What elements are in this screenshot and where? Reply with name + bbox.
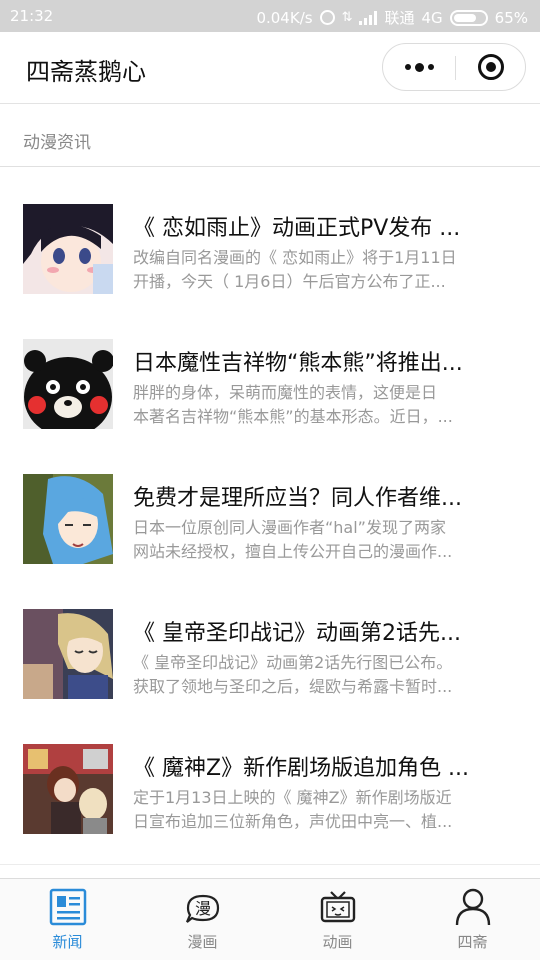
close-button[interactable]	[456, 44, 526, 90]
news-item[interactable]: 《 恋如雨止》动画正式PV发布 ... 改编自同名漫画的《 恋如雨止》将于1月1…	[0, 168, 540, 303]
news-summary-line: 《 皇帝圣印战记》动画第2话先行图已公布。	[133, 653, 453, 672]
tv-icon	[318, 887, 358, 927]
news-summary-line: 定于1月13日上映的《 魔神Z》新作剧场版近	[133, 788, 452, 807]
news-summary: 胖胖的身体，呆萌而魔性的表情，这便是日 本著名吉祥物“熊本熊”的基本形态。近日，…	[133, 381, 518, 429]
status-indicators: 0.04K/s ⇅ 联通 4G 65%	[256, 7, 528, 28]
news-thumbnail	[23, 339, 113, 429]
news-summary-line: 本著名吉祥物“熊本熊”的基本形态。近日，...	[133, 407, 453, 426]
city-characters-thumbnail	[23, 744, 113, 834]
news-summary-line: 网站未经授权，擅自上传公开自己的漫画作...	[133, 542, 453, 561]
news-item[interactable]: 日本魔性吉祥物“熊本熊”将推出... 胖胖的身体，呆萌而魔性的表情，这便是日 本…	[0, 303, 540, 438]
tab-label: 新闻	[52, 933, 83, 951]
status-bar: 21:32 0.04K/s ⇅ 联通 4G 65%	[0, 0, 540, 32]
news-thumbnail	[23, 744, 113, 834]
news-title: 《 皇帝圣印战记》动画第2话先...	[133, 621, 461, 646]
alarm-clock-icon	[319, 10, 335, 25]
carrier-name: 联通	[384, 9, 415, 27]
tab-bar: 新闻 漫 漫画 动画 四斋	[0, 878, 540, 960]
news-title: 《 魔神Z》新作剧场版追加角色 ...	[133, 756, 470, 781]
news-item[interactable]: 《 魔神Z》新作剧场版追加角色 ... 定于1月13日上映的《 魔神Z》新作剧场…	[0, 708, 540, 843]
target-circle-icon	[478, 54, 504, 80]
section-title: 动漫资讯	[23, 133, 91, 153]
anime-girl-thumbnail	[23, 204, 113, 294]
news-summary-line: 开播，今天（ 1月6日）午后官方公布了正...	[133, 272, 446, 291]
blue-hair-girl-thumbnail	[23, 474, 113, 564]
more-button[interactable]	[383, 44, 455, 90]
tab-comics[interactable]: 漫 漫画	[135, 879, 270, 960]
comic-bubble-icon: 漫	[183, 887, 223, 927]
newspaper-icon	[48, 887, 88, 927]
news-item[interactable]: 免费才是理所应当？同人作者维... 日本一位原创同人漫画作者“hal”发现了两家…	[0, 438, 540, 573]
nav-bar: 四斋蒸鹅心	[0, 32, 540, 104]
news-title: 日本魔性吉祥物“熊本熊”将推出...	[133, 351, 463, 376]
battery-percent: 65%	[494, 8, 528, 27]
data-transfer-icon: ⇅	[341, 9, 353, 25]
news-summary: 《 皇帝圣印战记》动画第2话先行图已公布。 获取了领地与圣印之后，缇欧与希露卡暂…	[133, 651, 518, 699]
list-bottom-divider	[0, 864, 540, 865]
news-summary-line: 胖胖的身体，呆萌而魔性的表情，这便是日	[133, 383, 438, 402]
person-icon	[453, 887, 493, 927]
news-summary-line: 日本一位原创同人漫画作者“hal”发现了两家	[133, 518, 446, 537]
more-dot-right	[427, 64, 434, 70]
news-summary-line: 改编自同名漫画的《 恋如雨止》将于1月11日	[133, 248, 457, 267]
status-time: 21:32	[10, 7, 54, 25]
network-speed: 0.04K/s	[256, 8, 313, 27]
section-header: 动漫资讯	[0, 104, 540, 167]
news-summary-line: 获取了领地与圣印之后，缇欧与希露卡暂时...	[133, 677, 453, 696]
mini-program-capsule	[382, 43, 526, 91]
news-thumbnail	[23, 204, 113, 294]
news-thumbnail	[23, 609, 113, 699]
news-thumbnail	[23, 474, 113, 564]
news-item[interactable]: 《 皇帝圣印战记》动画第2话先... 《 皇帝圣印战记》动画第2话先行图已公布。…	[0, 573, 540, 708]
kumamon-thumbnail	[23, 339, 113, 429]
tab-news[interactable]: 新闻	[0, 879, 135, 960]
tab-anime[interactable]: 动画	[270, 879, 405, 960]
news-title: 免费才是理所应当？同人作者维...	[133, 486, 462, 511]
news-list: 《 恋如雨止》动画正式PV发布 ... 改编自同名漫画的《 恋如雨止》将于1月1…	[0, 168, 540, 843]
news-title: 《 恋如雨止》动画正式PV发布 ...	[133, 216, 461, 241]
tab-label: 动画	[322, 933, 353, 951]
signal-strength-icon	[359, 10, 378, 25]
news-summary-line: 日宣布追加三位新角色，声优田中亮一、植...	[133, 812, 453, 831]
tab-sizhai[interactable]: 四斋	[405, 879, 540, 960]
blonde-characters-thumbnail	[23, 609, 113, 699]
more-dot-center	[414, 62, 424, 72]
tab-label: 漫画	[187, 933, 218, 951]
news-summary: 日本一位原创同人漫画作者“hal”发现了两家 网站未经授权，擅自上传公开自己的漫…	[133, 516, 518, 564]
page-title: 四斋蒸鹅心	[26, 58, 146, 86]
news-summary: 改编自同名漫画的《 恋如雨止》将于1月11日 开播，今天（ 1月6日）午后官方公…	[133, 246, 518, 294]
tab-label: 四斋	[457, 933, 488, 951]
news-summary: 定于1月13日上映的《 魔神Z》新作剧场版近 日宣布追加三位新角色，声优田中亮一…	[133, 786, 518, 834]
more-dots-icon	[404, 64, 411, 70]
network-type: 4G	[421, 8, 443, 27]
battery-icon	[449, 9, 488, 26]
comic-glyph: 漫	[194, 899, 210, 918]
